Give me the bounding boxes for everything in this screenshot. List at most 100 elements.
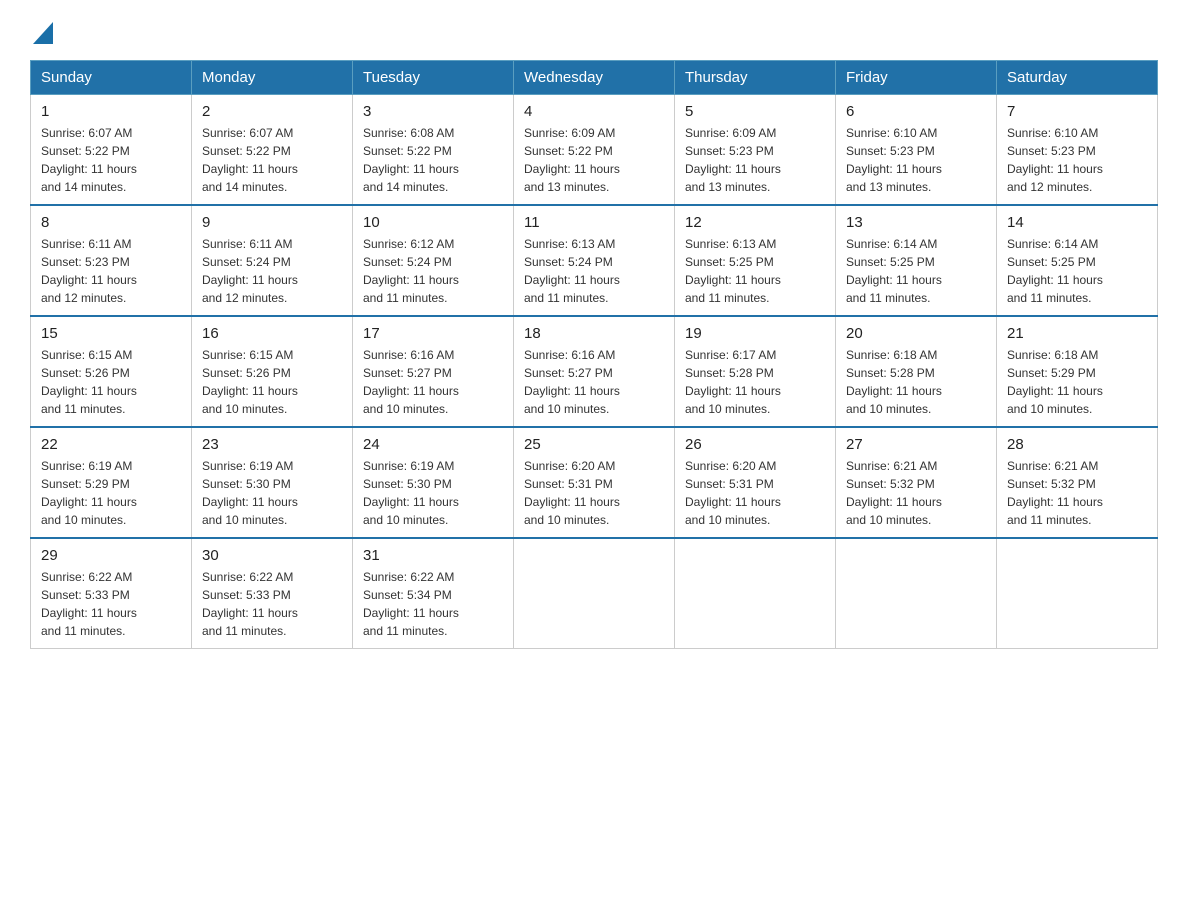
day-number: 26 [685, 436, 825, 453]
day-number: 11 [524, 214, 664, 231]
weekday-header-wednesday: Wednesday [514, 61, 675, 95]
calendar-day-cell: 20 Sunrise: 6:18 AMSunset: 5:28 PMDaylig… [836, 316, 997, 427]
day-number: 19 [685, 325, 825, 342]
day-number: 28 [1007, 436, 1147, 453]
day-number: 29 [41, 547, 181, 564]
calendar-table: SundayMondayTuesdayWednesdayThursdayFrid… [30, 60, 1158, 649]
day-number: 14 [1007, 214, 1147, 231]
day-info: Sunrise: 6:22 AMSunset: 5:33 PMDaylight:… [41, 568, 181, 640]
calendar-day-cell: 26 Sunrise: 6:20 AMSunset: 5:31 PMDaylig… [675, 427, 836, 538]
calendar-day-cell: 19 Sunrise: 6:17 AMSunset: 5:28 PMDaylig… [675, 316, 836, 427]
day-info: Sunrise: 6:07 AMSunset: 5:22 PMDaylight:… [202, 124, 342, 196]
calendar-day-cell: 9 Sunrise: 6:11 AMSunset: 5:24 PMDayligh… [192, 205, 353, 316]
day-number: 18 [524, 325, 664, 342]
weekday-header-friday: Friday [836, 61, 997, 95]
day-number: 6 [846, 103, 986, 120]
day-info: Sunrise: 6:22 AMSunset: 5:33 PMDaylight:… [202, 568, 342, 640]
day-info: Sunrise: 6:22 AMSunset: 5:34 PMDaylight:… [363, 568, 503, 640]
day-number: 17 [363, 325, 503, 342]
calendar-day-cell: 4 Sunrise: 6:09 AMSunset: 5:22 PMDayligh… [514, 95, 675, 206]
calendar-day-cell: 7 Sunrise: 6:10 AMSunset: 5:23 PMDayligh… [997, 95, 1158, 206]
day-info: Sunrise: 6:11 AMSunset: 5:24 PMDaylight:… [202, 235, 342, 307]
calendar-day-cell: 11 Sunrise: 6:13 AMSunset: 5:24 PMDaylig… [514, 205, 675, 316]
weekday-header-monday: Monday [192, 61, 353, 95]
day-info: Sunrise: 6:15 AMSunset: 5:26 PMDaylight:… [41, 346, 181, 418]
calendar-day-cell [836, 538, 997, 649]
day-number: 27 [846, 436, 986, 453]
day-number: 22 [41, 436, 181, 453]
calendar-day-cell [514, 538, 675, 649]
day-number: 16 [202, 325, 342, 342]
day-info: Sunrise: 6:18 AMSunset: 5:28 PMDaylight:… [846, 346, 986, 418]
calendar-week-row: 1 Sunrise: 6:07 AMSunset: 5:22 PMDayligh… [31, 95, 1158, 206]
calendar-week-row: 15 Sunrise: 6:15 AMSunset: 5:26 PMDaylig… [31, 316, 1158, 427]
day-number: 31 [363, 547, 503, 564]
calendar-day-cell: 17 Sunrise: 6:16 AMSunset: 5:27 PMDaylig… [353, 316, 514, 427]
day-number: 21 [1007, 325, 1147, 342]
calendar-week-row: 29 Sunrise: 6:22 AMSunset: 5:33 PMDaylig… [31, 538, 1158, 649]
calendar-day-cell: 24 Sunrise: 6:19 AMSunset: 5:30 PMDaylig… [353, 427, 514, 538]
weekday-header-thursday: Thursday [675, 61, 836, 95]
calendar-week-row: 8 Sunrise: 6:11 AMSunset: 5:23 PMDayligh… [31, 205, 1158, 316]
day-number: 25 [524, 436, 664, 453]
day-info: Sunrise: 6:10 AMSunset: 5:23 PMDaylight:… [846, 124, 986, 196]
calendar-day-cell: 5 Sunrise: 6:09 AMSunset: 5:23 PMDayligh… [675, 95, 836, 206]
day-number: 2 [202, 103, 342, 120]
day-info: Sunrise: 6:17 AMSunset: 5:28 PMDaylight:… [685, 346, 825, 418]
calendar-day-cell: 1 Sunrise: 6:07 AMSunset: 5:22 PMDayligh… [31, 95, 192, 206]
day-number: 30 [202, 547, 342, 564]
day-number: 24 [363, 436, 503, 453]
day-info: Sunrise: 6:11 AMSunset: 5:23 PMDaylight:… [41, 235, 181, 307]
calendar-day-cell: 6 Sunrise: 6:10 AMSunset: 5:23 PMDayligh… [836, 95, 997, 206]
weekday-header-sunday: Sunday [31, 61, 192, 95]
day-info: Sunrise: 6:14 AMSunset: 5:25 PMDaylight:… [1007, 235, 1147, 307]
calendar-day-cell: 31 Sunrise: 6:22 AMSunset: 5:34 PMDaylig… [353, 538, 514, 649]
day-info: Sunrise: 6:16 AMSunset: 5:27 PMDaylight:… [524, 346, 664, 418]
day-number: 4 [524, 103, 664, 120]
day-info: Sunrise: 6:16 AMSunset: 5:27 PMDaylight:… [363, 346, 503, 418]
calendar-day-cell: 15 Sunrise: 6:15 AMSunset: 5:26 PMDaylig… [31, 316, 192, 427]
page-header [30, 24, 1158, 44]
day-number: 3 [363, 103, 503, 120]
calendar-day-cell [675, 538, 836, 649]
day-info: Sunrise: 6:09 AMSunset: 5:22 PMDaylight:… [524, 124, 664, 196]
day-number: 15 [41, 325, 181, 342]
day-number: 5 [685, 103, 825, 120]
calendar-day-cell [997, 538, 1158, 649]
calendar-day-cell: 27 Sunrise: 6:21 AMSunset: 5:32 PMDaylig… [836, 427, 997, 538]
calendar-day-cell: 29 Sunrise: 6:22 AMSunset: 5:33 PMDaylig… [31, 538, 192, 649]
weekday-header-row: SundayMondayTuesdayWednesdayThursdayFrid… [31, 61, 1158, 95]
day-info: Sunrise: 6:14 AMSunset: 5:25 PMDaylight:… [846, 235, 986, 307]
calendar-day-cell: 30 Sunrise: 6:22 AMSunset: 5:33 PMDaylig… [192, 538, 353, 649]
logo-triangle-icon [33, 22, 53, 44]
day-info: Sunrise: 6:20 AMSunset: 5:31 PMDaylight:… [685, 457, 825, 529]
day-info: Sunrise: 6:13 AMSunset: 5:24 PMDaylight:… [524, 235, 664, 307]
calendar-week-row: 22 Sunrise: 6:19 AMSunset: 5:29 PMDaylig… [31, 427, 1158, 538]
day-info: Sunrise: 6:10 AMSunset: 5:23 PMDaylight:… [1007, 124, 1147, 196]
calendar-day-cell: 22 Sunrise: 6:19 AMSunset: 5:29 PMDaylig… [31, 427, 192, 538]
day-info: Sunrise: 6:08 AMSunset: 5:22 PMDaylight:… [363, 124, 503, 196]
day-number: 1 [41, 103, 181, 120]
day-number: 8 [41, 214, 181, 231]
day-info: Sunrise: 6:12 AMSunset: 5:24 PMDaylight:… [363, 235, 503, 307]
calendar-day-cell: 3 Sunrise: 6:08 AMSunset: 5:22 PMDayligh… [353, 95, 514, 206]
day-info: Sunrise: 6:13 AMSunset: 5:25 PMDaylight:… [685, 235, 825, 307]
weekday-header-tuesday: Tuesday [353, 61, 514, 95]
day-info: Sunrise: 6:15 AMSunset: 5:26 PMDaylight:… [202, 346, 342, 418]
calendar-day-cell: 23 Sunrise: 6:19 AMSunset: 5:30 PMDaylig… [192, 427, 353, 538]
calendar-day-cell: 8 Sunrise: 6:11 AMSunset: 5:23 PMDayligh… [31, 205, 192, 316]
calendar-day-cell: 25 Sunrise: 6:20 AMSunset: 5:31 PMDaylig… [514, 427, 675, 538]
day-number: 20 [846, 325, 986, 342]
day-number: 23 [202, 436, 342, 453]
calendar-day-cell: 16 Sunrise: 6:15 AMSunset: 5:26 PMDaylig… [192, 316, 353, 427]
day-info: Sunrise: 6:18 AMSunset: 5:29 PMDaylight:… [1007, 346, 1147, 418]
day-info: Sunrise: 6:21 AMSunset: 5:32 PMDaylight:… [1007, 457, 1147, 529]
calendar-day-cell: 10 Sunrise: 6:12 AMSunset: 5:24 PMDaylig… [353, 205, 514, 316]
day-info: Sunrise: 6:19 AMSunset: 5:30 PMDaylight:… [363, 457, 503, 529]
day-number: 13 [846, 214, 986, 231]
day-info: Sunrise: 6:20 AMSunset: 5:31 PMDaylight:… [524, 457, 664, 529]
calendar-day-cell: 13 Sunrise: 6:14 AMSunset: 5:25 PMDaylig… [836, 205, 997, 316]
logo [30, 24, 53, 44]
calendar-day-cell: 14 Sunrise: 6:14 AMSunset: 5:25 PMDaylig… [997, 205, 1158, 316]
calendar-day-cell: 2 Sunrise: 6:07 AMSunset: 5:22 PMDayligh… [192, 95, 353, 206]
